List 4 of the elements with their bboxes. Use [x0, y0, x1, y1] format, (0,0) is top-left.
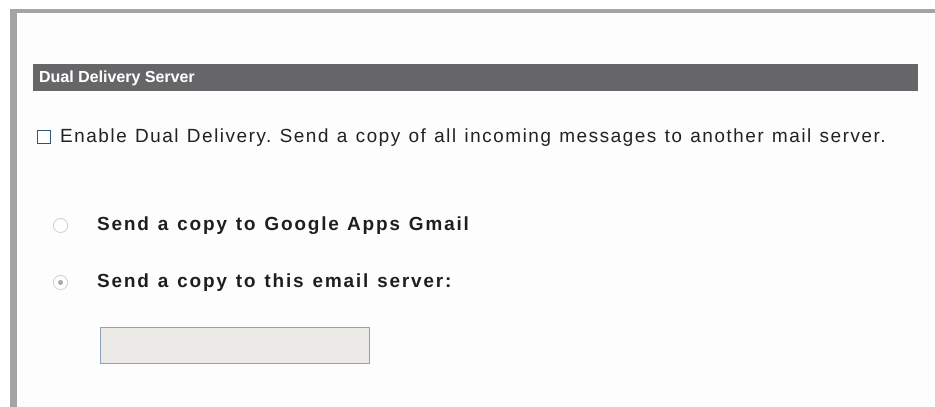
section-header: Dual Delivery Server — [33, 64, 918, 91]
enable-label: Enable Dual Delivery. Send a copy of all incoming messages to another mail server. — [60, 126, 888, 148]
option-label: Send a copy to this email server: — [97, 271, 454, 293]
option-label: Send a copy to Google Apps Gmail — [97, 214, 471, 236]
